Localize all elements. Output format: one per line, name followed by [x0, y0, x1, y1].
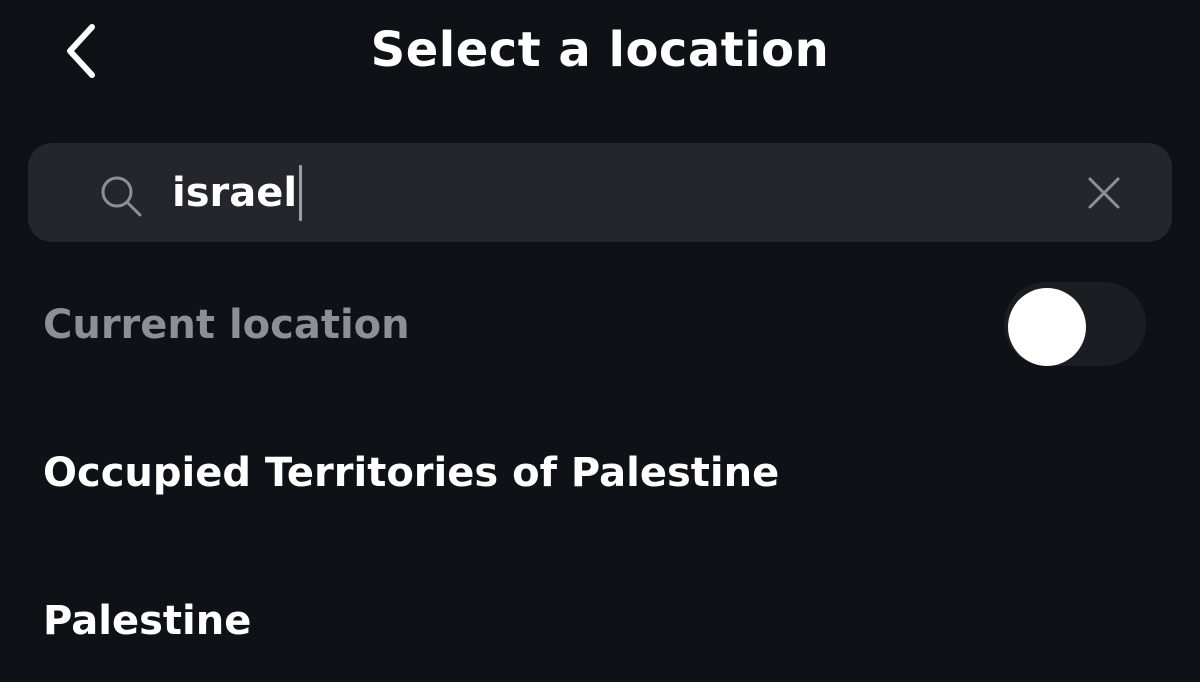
- text-cursor: [299, 165, 303, 221]
- location-result-item[interactable]: Occupied Territories of Palestine: [43, 448, 779, 498]
- search-bar[interactable]: israel: [28, 143, 1172, 242]
- current-location-toggle[interactable]: [1004, 282, 1146, 366]
- toggle-knob: [1008, 288, 1086, 366]
- search-icon: [101, 176, 142, 217]
- current-location-label: Current location: [43, 302, 410, 348]
- search-input[interactable]: israel: [172, 163, 303, 223]
- page-title: Select a location: [370, 22, 830, 78]
- close-icon[interactable]: [1084, 173, 1124, 213]
- location-result-item[interactable]: Palestine: [43, 596, 251, 646]
- header: Select a location: [0, 0, 1200, 100]
- current-location-row: Current location: [0, 280, 1200, 370]
- search-input-value: israel: [172, 170, 298, 216]
